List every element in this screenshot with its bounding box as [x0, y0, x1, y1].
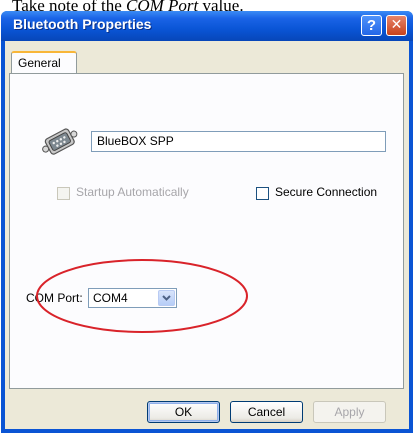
device-name-input[interactable]: BlueBOX SPP: [91, 131, 386, 152]
help-button[interactable]: ?: [361, 15, 382, 36]
close-button[interactable]: ✕: [386, 15, 407, 36]
dialog-body: General BlueBOX SPP Startup Automaticall…: [5, 41, 409, 429]
ok-button[interactable]: OK: [147, 401, 220, 423]
general-panel: BlueBOX SPP Startup Automatically Secure…: [9, 73, 404, 389]
serial-port-icon: [42, 128, 78, 155]
annotation-ellipse: [36, 259, 248, 333]
apply-button[interactable]: Apply: [313, 401, 386, 423]
cancel-button[interactable]: Cancel: [230, 401, 303, 423]
window-title: Bluetooth Properties: [13, 16, 152, 32]
secure-connection-label: Secure Connection: [275, 185, 378, 199]
startup-automatically-label: Startup Automatically: [76, 185, 189, 199]
bluetooth-properties-dialog: Bluetooth Properties ? ✕ General BlueBOX…: [1, 11, 413, 433]
tab-general[interactable]: General: [11, 51, 77, 73]
startup-automatically-checkbox[interactable]: [57, 187, 70, 200]
secure-connection-checkbox[interactable]: [256, 187, 269, 200]
title-bar[interactable]: Bluetooth Properties ? ✕: [1, 11, 413, 41]
